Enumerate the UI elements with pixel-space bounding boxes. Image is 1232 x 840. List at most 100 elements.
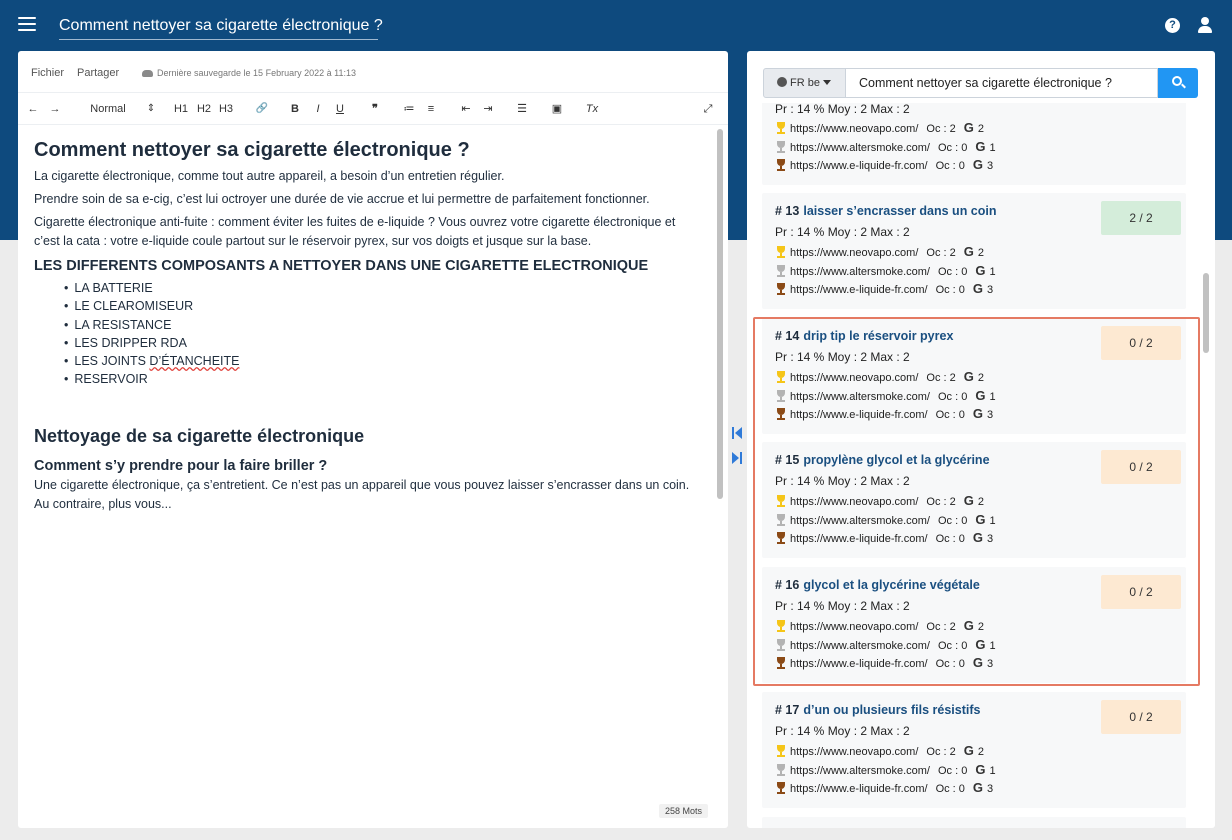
align-icon[interactable]: ☰ <box>515 101 529 117</box>
heading3-button[interactable]: H3 <box>218 101 234 117</box>
status-badge: 0 / 2 <box>1101 575 1181 609</box>
help-icon[interactable]: ? <box>1165 18 1180 33</box>
google-icon: G <box>975 139 986 154</box>
content-heading-2: Nettoyage de sa cigarette électronique <box>34 425 365 446</box>
keyword-input[interactable] <box>845 68 1158 98</box>
format-select[interactable]: Normal <box>86 101 130 117</box>
trophy-bronze-icon <box>775 159 787 171</box>
list-item: LA BATTERIE <box>64 279 704 297</box>
keyword-card[interactable]: # 13 laisser s’encrasser dans un coin 2 /… <box>762 193 1186 309</box>
competitor-url[interactable]: https://www.neovapo.com/ <box>790 621 918 633</box>
document-title[interactable]: Comment nettoyer sa cigarette électroniq… <box>59 14 383 40</box>
trophy-silver-icon <box>775 390 787 402</box>
card-stats: Pr : 14 % Moy : 2 Max : 2 <box>775 225 910 239</box>
google-rank: 3 <box>987 533 994 545</box>
competitor-url[interactable]: https://www.neovapo.com/ <box>790 372 918 384</box>
spellcheck-word[interactable]: D’ÉTANCHEITE <box>149 354 239 368</box>
clear-format-icon[interactable]: Tx <box>584 101 600 117</box>
occurrence-count: Oc : 2 <box>926 746 956 758</box>
keyword-card[interactable]: # 16 glycol et la glycérine végétale 0 / … <box>762 567 1186 683</box>
competitor-url[interactable]: https://www.neovapo.com/ <box>790 123 918 135</box>
competitor-row: https://www.e-liquide-fr.com/Oc : 0 G3 <box>775 406 993 422</box>
competitor-row: https://www.altersmoke.com/Oc : 0 G1 <box>775 388 996 404</box>
trophy-bronze-icon <box>775 283 787 295</box>
undo-icon[interactable]: ← <box>26 101 40 117</box>
trophy-gold-icon <box>775 495 787 507</box>
competitor-url[interactable]: https://www.altersmoke.com/ <box>790 391 930 403</box>
collapse-left-icon[interactable] <box>732 427 742 439</box>
google-icon: G <box>975 263 986 278</box>
format-caret-icon[interactable]: ⇕ <box>145 101 157 117</box>
quote-icon[interactable]: ❞ <box>368 101 382 117</box>
google-rank: 2 <box>977 123 984 135</box>
occurrence-count: Oc : 0 <box>935 160 965 172</box>
competitor-url[interactable]: https://www.neovapo.com/ <box>790 496 918 508</box>
competitor-url[interactable]: https://www.e-liquide-fr.com/ <box>790 783 928 795</box>
keyword-card[interactable]: # 15 propylène glycol et la glycérine 0 /… <box>762 442 1186 558</box>
competitor-row: https://www.e-liquide-fr.com/Oc : 0 G3 <box>775 780 993 796</box>
competitor-url[interactable]: https://www.altersmoke.com/ <box>790 515 930 527</box>
user-icon[interactable] <box>1197 17 1213 34</box>
competitor-url[interactable]: https://www.neovapo.com/ <box>790 247 918 259</box>
indent-icon[interactable]: ⇥ <box>481 101 495 117</box>
editor-toolbar: ← → Normal ⇕ H1 H2 H3 🔗 B I U ❞ ≔ ≡ ⇤ ⇥ … <box>18 93 728 125</box>
google-icon: G <box>963 120 974 135</box>
card-keyword: glycol et la glycérine végétale <box>803 578 980 592</box>
competitor-url[interactable]: https://www.e-liquide-fr.com/ <box>790 284 928 296</box>
competitor-url[interactable]: https://www.altersmoke.com/ <box>790 266 930 278</box>
trophy-silver-icon <box>775 764 787 776</box>
fullscreen-icon[interactable]: ⤢ <box>701 101 715 117</box>
language-select[interactable]: FR be <box>763 68 846 98</box>
competitor-url[interactable]: https://www.e-liquide-fr.com/ <box>790 658 928 670</box>
heading1-button[interactable]: H1 <box>173 101 189 117</box>
card-keyword: propylène glycol et la glycérine <box>803 453 990 467</box>
google-rank: 3 <box>987 783 994 795</box>
keyword-card[interactable]: # 17 d’un ou plusieurs fils résistifs 0 /… <box>762 692 1186 808</box>
italic-button[interactable]: I <box>312 101 324 117</box>
results-scrollbar[interactable] <box>1203 273 1209 353</box>
caret-down-icon <box>822 80 831 85</box>
list-item: LA RESISTANCE <box>64 316 704 334</box>
editor-panel: Fichier Partager Dernière sauvegarde le … <box>18 51 728 828</box>
bullet-list-icon[interactable]: ≡ <box>424 101 438 117</box>
trophy-silver-icon <box>775 514 787 526</box>
bold-button[interactable]: B <box>289 101 301 117</box>
competitor-url[interactable]: https://www.altersmoke.com/ <box>790 640 930 652</box>
save-status: Dernière sauvegarde le 15 February 2022 … <box>142 68 356 78</box>
competitor-url[interactable]: https://www.altersmoke.com/ <box>790 765 930 777</box>
editor-content[interactable]: Comment nettoyer sa cigarette électroniq… <box>34 137 704 516</box>
competitor-row: https://www.neovapo.com/Oc : 2 G2 <box>775 743 984 759</box>
trophy-bronze-icon <box>775 782 787 794</box>
heading2-button[interactable]: H2 <box>196 101 212 117</box>
menu-partager[interactable]: Partager <box>77 67 119 79</box>
keyword-list[interactable]: Pr : 14 % Moy : 2 Max : 2 https://www.ne… <box>747 103 1215 828</box>
trophy-silver-icon <box>775 639 787 651</box>
hamburger-icon[interactable] <box>18 17 36 31</box>
google-icon: G <box>963 369 974 384</box>
ordered-list-icon[interactable]: ≔ <box>402 101 416 117</box>
search-button[interactable] <box>1158 68 1198 98</box>
menu-fichier[interactable]: Fichier <box>31 67 64 79</box>
competitor-url[interactable]: https://www.e-liquide-fr.com/ <box>790 409 928 421</box>
outdent-icon[interactable]: ⇤ <box>459 101 473 117</box>
card-number: # 17 <box>775 703 800 717</box>
google-rank: 2 <box>977 247 984 259</box>
expand-right-icon[interactable] <box>732 452 742 464</box>
status-badge: 0 / 2 <box>1101 450 1181 484</box>
list-item: LES JOINTS D’ÉTANCHEITE <box>64 352 704 370</box>
competitor-url[interactable]: https://www.neovapo.com/ <box>790 746 918 758</box>
redo-icon[interactable]: → <box>48 101 62 117</box>
link-icon[interactable]: 🔗 <box>254 101 270 117</box>
competitor-url[interactable]: https://www.e-liquide-fr.com/ <box>790 533 928 545</box>
card-keyword: d’un ou plusieurs fils résistifs <box>803 703 981 717</box>
keyword-card[interactable]: # 14 drip tip le réservoir pyrex 0 / 2 Pr… <box>762 318 1186 434</box>
image-icon[interactable]: ▣ <box>550 101 564 117</box>
competitor-url[interactable]: https://www.e-liquide-fr.com/ <box>790 160 928 172</box>
google-rank: 3 <box>987 409 994 421</box>
components-list: LA BATTERIE LE CLEAROMISEUR LA RESISTANC… <box>64 279 704 389</box>
underline-button[interactable]: U <box>334 101 346 117</box>
occurrence-count: Oc : 0 <box>935 658 965 670</box>
editor-scrollbar[interactable] <box>717 129 723 499</box>
competitor-url[interactable]: https://www.altersmoke.com/ <box>790 142 930 154</box>
trophy-gold-icon <box>775 620 787 632</box>
